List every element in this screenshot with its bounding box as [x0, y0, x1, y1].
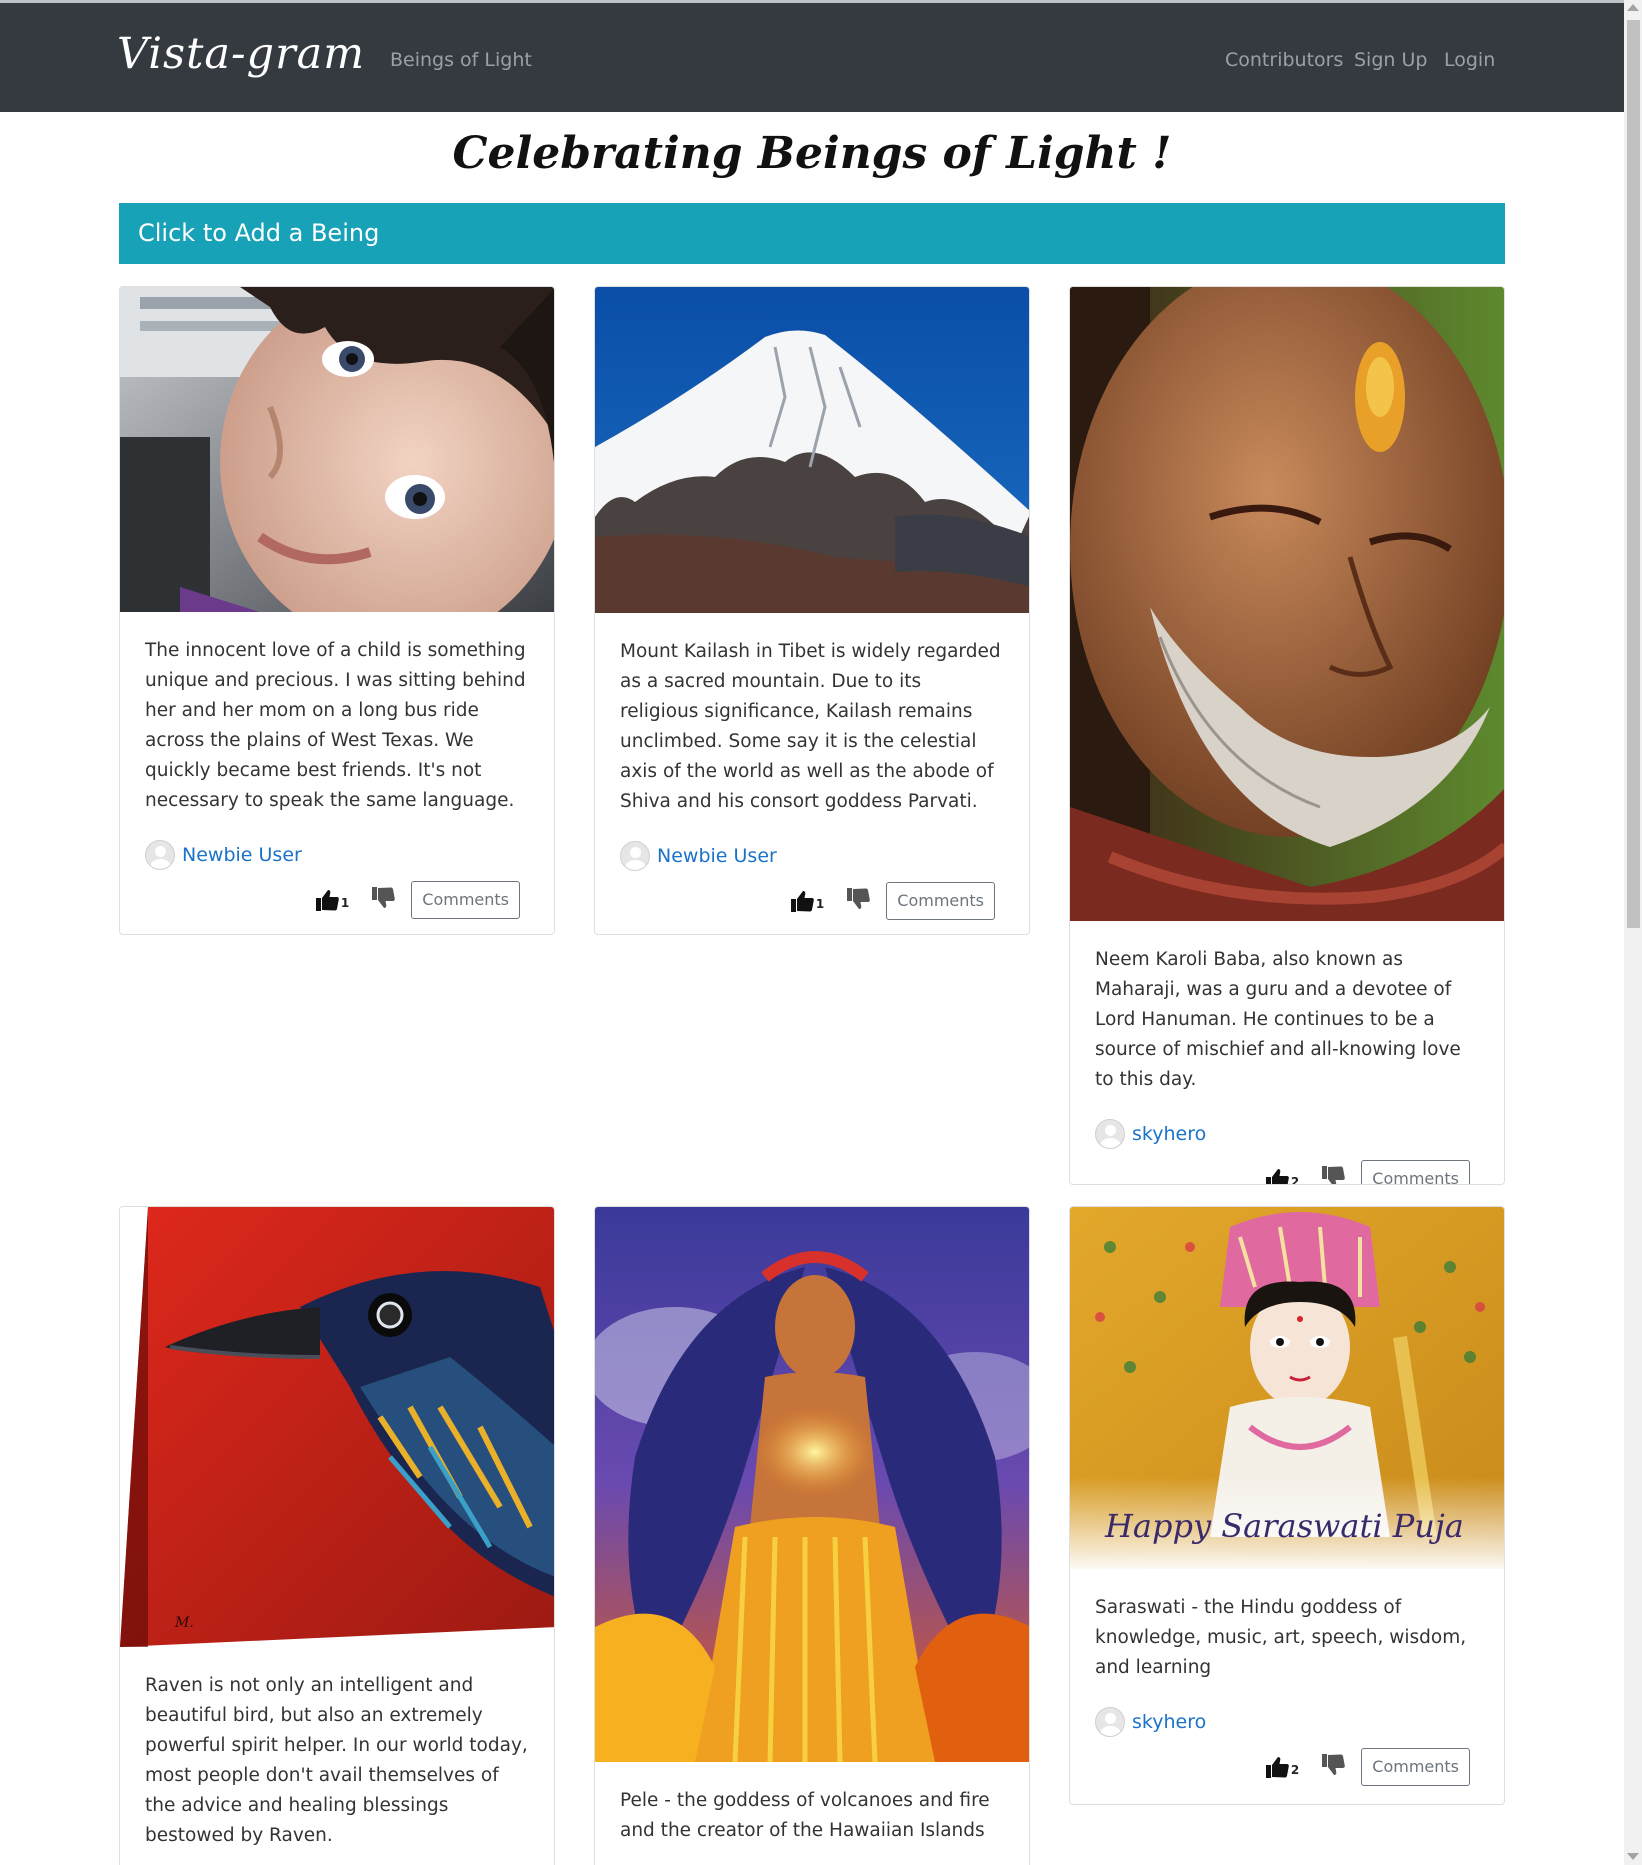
being-card: Happy Saraswati Puja Saraswati - the Hin… — [1069, 1206, 1505, 1805]
card-description: Pele - the goddess of volcanoes and fire… — [620, 1790, 990, 1841]
avatar — [1095, 1119, 1125, 1149]
card-description: Saraswati - the Hindu goddess of knowled… — [1095, 1597, 1467, 1678]
like-count: 2 — [1290, 1763, 1300, 1777]
comments-button[interactable]: Comments — [886, 882, 995, 920]
like-button[interactable]: 1 — [315, 888, 349, 912]
brand-logo[interactable]: Vista-gram — [117, 29, 365, 79]
thumbs-up-icon — [1265, 1757, 1289, 1778]
card-description: Neem Karoli Baba, also known as Maharaji… — [1095, 949, 1461, 1090]
card-description: Mount Kailash in Tibet is widely regarde… — [620, 641, 1001, 812]
comments-button[interactable]: Comments — [411, 881, 520, 919]
nav-link-contributors[interactable]: Contributors — [1225, 49, 1343, 71]
being-card: Mount Kailash in Tibet is widely regarde… — [594, 286, 1030, 935]
thumbs-down-icon — [1322, 1166, 1346, 1184]
dislike-button[interactable] — [371, 886, 396, 914]
svg-text:M.: M. — [174, 1615, 194, 1631]
card-description: Raven is not only an intelligent and bea… — [145, 1675, 528, 1846]
thumbs-up-icon — [790, 891, 814, 912]
nav-link-sign-up[interactable]: Sign Up — [1354, 49, 1427, 71]
page-title: Celebrating Beings of Light ! — [452, 128, 1172, 179]
navbar: Vista-gram Beings of Light Contributors … — [0, 3, 1624, 112]
image-caption: Happy Saraswati Puja — [1104, 1507, 1464, 1545]
thumbs-up-icon — [1265, 1169, 1289, 1184]
thumbs-down-icon — [372, 887, 396, 908]
card-image-child[interactable] — [120, 287, 554, 612]
author-link[interactable]: skyhero — [1132, 1711, 1206, 1733]
like-count: 1 — [815, 897, 825, 911]
like-button[interactable]: 2 — [1265, 1755, 1299, 1779]
like-count: 2 — [1290, 1175, 1300, 1185]
being-card: M. Raven is not only an intelligent and … — [119, 1206, 555, 1865]
like-button[interactable]: 1 — [790, 889, 824, 913]
author-link[interactable]: Newbie User — [182, 844, 302, 866]
scrollbar-thumb[interactable] — [1627, 20, 1640, 928]
like-count: 1 — [340, 896, 350, 910]
thumbs-down-icon — [1322, 1754, 1346, 1775]
add-being-button[interactable]: Click to Add a Being — [119, 203, 1505, 264]
scroll-down-arrow-icon[interactable] — [1627, 1853, 1639, 1860]
avatar — [1095, 1707, 1125, 1737]
dislike-button[interactable] — [1321, 1753, 1346, 1781]
like-button[interactable]: 2 — [1265, 1167, 1300, 1185]
dislike-button[interactable] — [846, 887, 871, 915]
card-description: The innocent love of a child is somethin… — [145, 640, 526, 811]
nav-link-beings-of-light[interactable]: Beings of Light — [390, 49, 532, 71]
nav-link-login[interactable]: Login — [1444, 49, 1495, 71]
comments-button[interactable]: Comments — [1361, 1748, 1470, 1786]
card-image-raven[interactable]: M. — [120, 1207, 554, 1647]
thumbs-down-icon — [847, 888, 871, 909]
being-card: Pele - the goddess of volcanoes and fire… — [594, 1206, 1030, 1865]
comments-button[interactable]: Comments — [1361, 1160, 1470, 1184]
card-image-mountain[interactable] — [595, 287, 1029, 613]
avatar — [145, 840, 175, 870]
author-link[interactable]: Newbie User — [657, 845, 777, 867]
avatar — [620, 841, 650, 871]
dislike-button[interactable] — [1321, 1165, 1346, 1184]
card-image-pele[interactable] — [595, 1207, 1029, 1762]
card-image-saraswati[interactable]: Happy Saraswati Puja — [1070, 1207, 1504, 1569]
scroll-up-arrow-icon[interactable] — [1627, 4, 1639, 11]
being-card: The innocent love of a child is somethin… — [119, 286, 555, 935]
author-link[interactable]: skyhero — [1132, 1123, 1206, 1145]
being-card: Neem Karoli Baba, also known as Maharaji… — [1069, 286, 1505, 1185]
card-image-guru[interactable] — [1070, 287, 1504, 921]
thumbs-up-icon — [315, 890, 339, 911]
